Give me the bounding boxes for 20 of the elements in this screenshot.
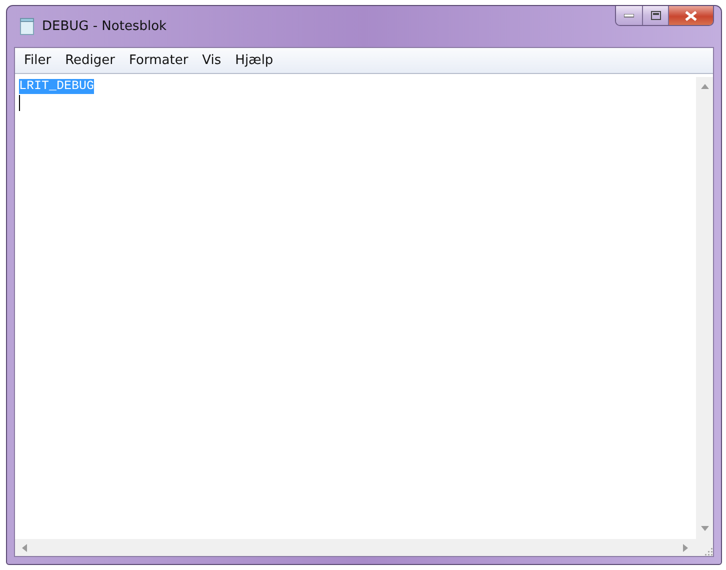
maximize-button[interactable] — [642, 6, 668, 25]
menu-item[interactable]: Vis — [196, 51, 228, 70]
horizontal-scrollbar[interactable] — [15, 539, 696, 556]
resize-grip-icon[interactable] — [705, 548, 713, 556]
notepad-icon — [20, 18, 34, 35]
vertical-scrollbar[interactable] — [696, 77, 713, 539]
scroll-down-icon[interactable] — [700, 525, 708, 533]
menu-item[interactable]: Formater — [123, 51, 194, 70]
close-button[interactable] — [668, 6, 713, 25]
maximize-icon — [650, 11, 660, 20]
menu-item[interactable]: Rediger — [59, 51, 122, 70]
window-title: DEBUG - Notesblok — [42, 19, 167, 34]
scroll-up-icon[interactable] — [700, 83, 708, 91]
close-icon — [685, 10, 697, 20]
scroll-right-icon[interactable] — [682, 544, 690, 552]
minimize-button[interactable] — [616, 6, 642, 25]
scroll-left-icon[interactable] — [21, 544, 29, 552]
menu-item[interactable]: Filer — [18, 51, 58, 70]
minimize-icon — [624, 14, 634, 18]
menu-item[interactable]: Hjælp — [229, 51, 280, 70]
